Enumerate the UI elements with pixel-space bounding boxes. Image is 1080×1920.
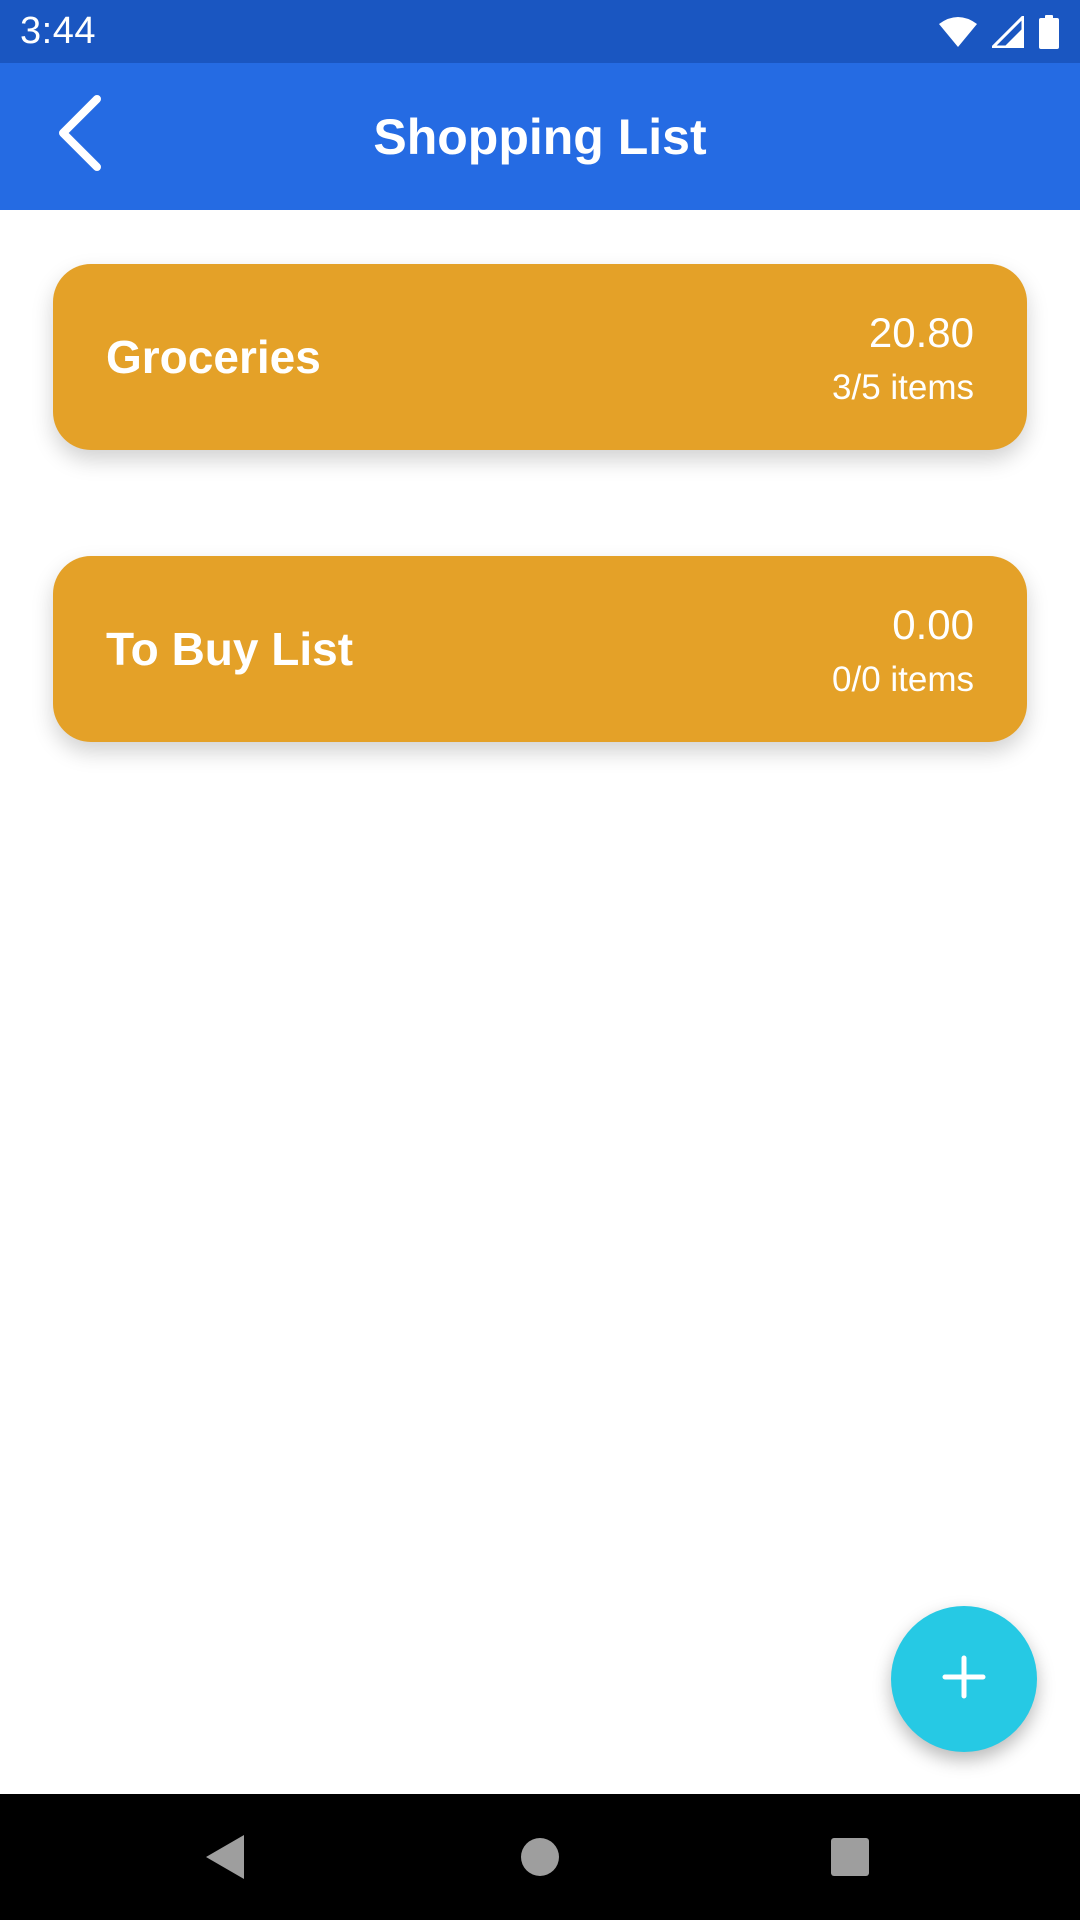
list-card-total: 20.80	[868, 309, 974, 356]
list-card-name: Groceries	[106, 331, 321, 383]
wifi-icon	[938, 16, 978, 48]
back-button[interactable]	[40, 94, 120, 176]
list-card-count: 3/5 items	[832, 368, 974, 407]
list-card-to-buy[interactable]: To Buy List 0.00 0/0 items	[53, 556, 1027, 742]
chevron-left-icon	[55, 94, 105, 176]
nav-home-icon	[520, 1837, 560, 1882]
signal-icon	[992, 15, 1024, 48]
status-icons	[938, 14, 1060, 49]
nav-recents-icon	[830, 1837, 870, 1882]
list-card-name: To Buy List	[106, 623, 354, 675]
app-bar: Shopping List	[0, 63, 1080, 210]
list-card-groceries[interactable]: Groceries 20.80 3/5 items	[53, 264, 1027, 450]
screen: 3:44 Shopping List Groceries 20.80 3/5 i…	[0, 0, 1080, 1920]
page-title: Shopping List	[373, 108, 707, 165]
battery-icon	[1038, 14, 1060, 49]
system-nav-bar	[0, 1794, 1080, 1920]
list-card-count: 0/0 items	[832, 660, 974, 699]
add-list-button[interactable]	[891, 1606, 1037, 1752]
nav-back-icon	[204, 1833, 246, 1886]
nav-home-button[interactable]	[505, 1824, 575, 1894]
plus-icon	[942, 1655, 986, 1704]
list-card-total: 0.00	[892, 601, 974, 648]
status-bar: 3:44	[0, 0, 1080, 63]
nav-back-button[interactable]	[190, 1824, 260, 1894]
status-time: 3:44	[20, 10, 96, 52]
nav-recents-button[interactable]	[815, 1824, 885, 1894]
